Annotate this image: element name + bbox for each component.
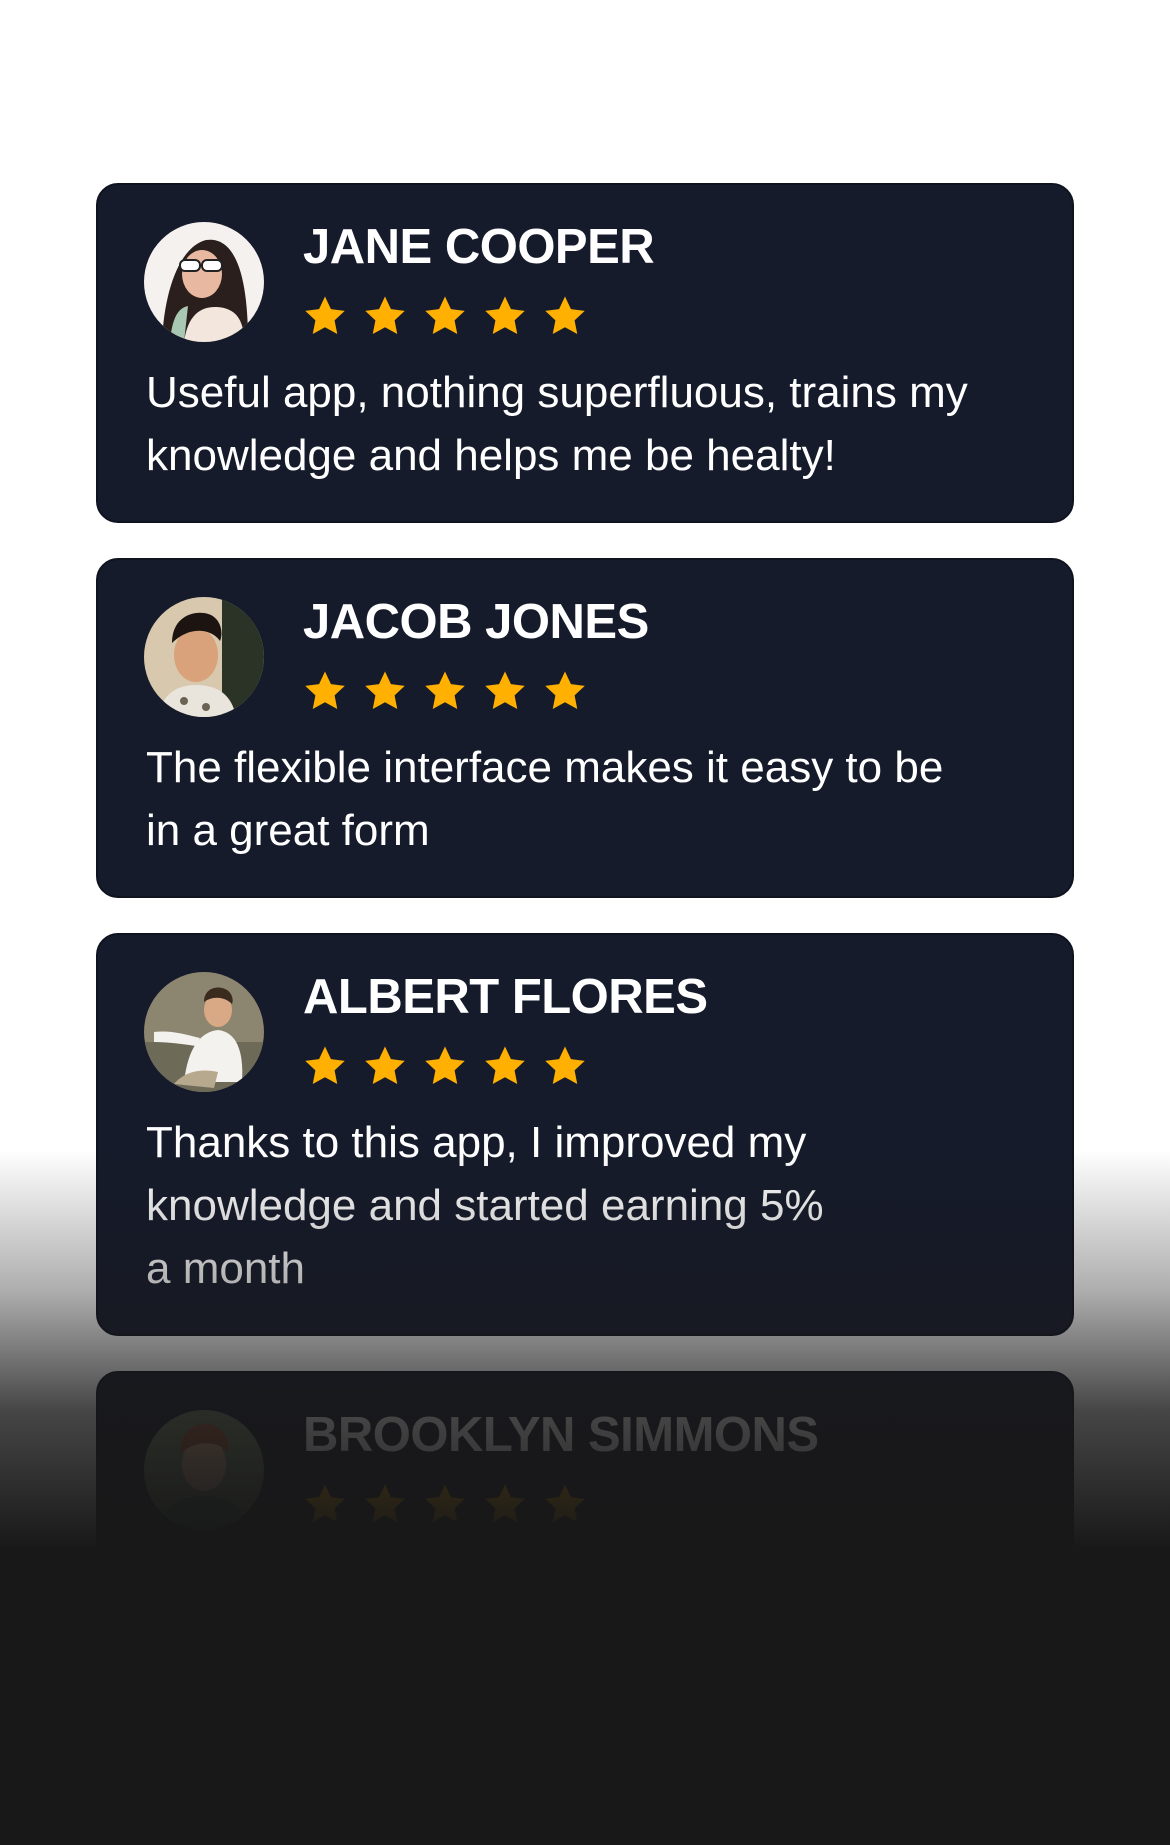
- review-text-line: Useful app, nothing superfluous, trains …: [146, 368, 968, 417]
- rating-stars: [302, 1043, 588, 1089]
- star-icon: [305, 296, 345, 335]
- star-icon: [545, 671, 585, 710]
- reviewer-name: JANE COOPER: [303, 220, 655, 274]
- star-icon: [425, 1046, 465, 1085]
- star-icon: [485, 671, 525, 710]
- star-icon: [365, 671, 405, 710]
- star-icon: [305, 1484, 345, 1523]
- avatar: [144, 972, 264, 1092]
- review-card-albert-flores: ALBERT FLORES Thanks to this app, I impr…: [96, 933, 1074, 1336]
- review-text: The flexible interface makes it easy to …: [146, 736, 1046, 862]
- star-icon: [485, 296, 525, 335]
- star-icon: [485, 1046, 525, 1085]
- review-text-line: The flexible interface makes it easy to …: [146, 743, 944, 792]
- review-text: Thanks to this app, I improved my knowle…: [146, 1111, 1046, 1300]
- review-card-jane-cooper: JANE COOPER Useful app, nothing superflu…: [96, 183, 1074, 523]
- star-icon: [305, 671, 345, 710]
- avatar-photo-woman-sunglasses: [144, 222, 264, 342]
- star-icon: [545, 1484, 585, 1523]
- avatar: [144, 597, 264, 717]
- star-icon: [365, 296, 405, 335]
- star-icon: [365, 1046, 405, 1085]
- review-text-line: knowledge and helps me be healty!: [146, 431, 836, 480]
- review-card-jacob-jones: JACOB JONES The flexible interface makes…: [96, 558, 1074, 898]
- review-text-line: in a great form: [146, 806, 430, 855]
- review-text-line: a month: [146, 1244, 305, 1293]
- avatar-photo-man-white-shirt: [144, 972, 264, 1092]
- star-icon: [305, 1046, 345, 1085]
- star-icon: [545, 1046, 585, 1085]
- rating-stars: [302, 1481, 588, 1527]
- bottom-panel: [0, 1545, 1170, 1845]
- review-text-line: Thanks to this app, I improved my: [146, 1118, 807, 1167]
- star-icon: [485, 1484, 525, 1523]
- reviews-page: JANE COOPER Useful app, nothing superflu…: [0, 0, 1170, 1845]
- avatar-photo-man-dark-hair: [144, 597, 264, 717]
- rating-stars: [302, 293, 588, 339]
- reviewer-name: JACOB JONES: [303, 595, 649, 649]
- star-icon: [365, 1484, 405, 1523]
- star-icon: [425, 296, 465, 335]
- star-icon: [425, 671, 465, 710]
- avatar: [144, 222, 264, 342]
- star-icon: [425, 1484, 465, 1523]
- rating-stars: [302, 668, 588, 714]
- reviewer-name: ALBERT FLORES: [303, 970, 708, 1024]
- avatar-photo-man-red-hair: [144, 1410, 264, 1530]
- review-text-line: knowledge and started earning 5%: [146, 1181, 824, 1230]
- avatar: [144, 1410, 264, 1530]
- star-icon: [545, 296, 585, 335]
- reviewer-name: BROOKLYN SIMMONS: [303, 1408, 819, 1462]
- review-text: Useful app, nothing superfluous, trains …: [146, 361, 1046, 487]
